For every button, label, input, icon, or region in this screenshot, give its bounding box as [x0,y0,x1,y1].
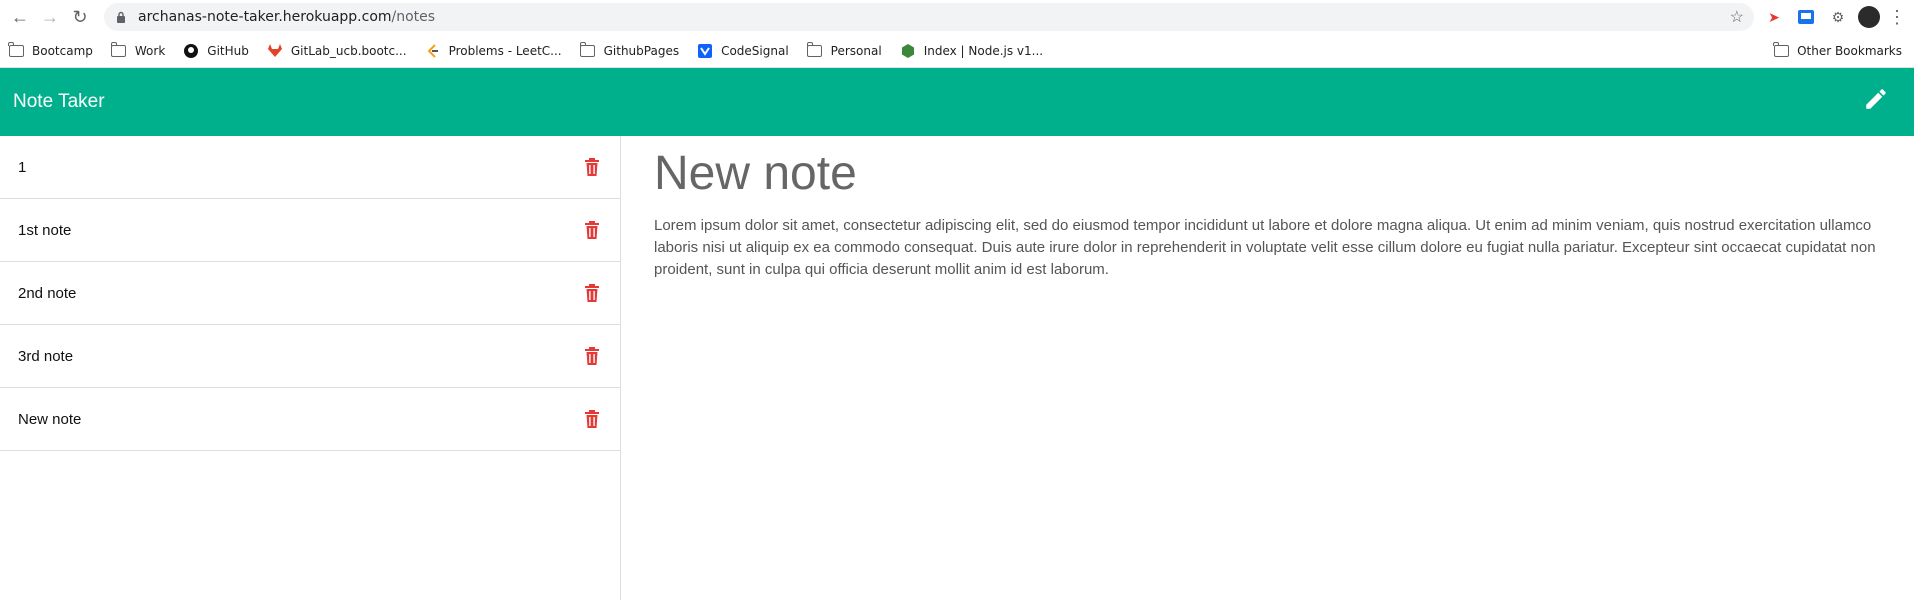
bookmark-bootcamp[interactable]: Bootcamp [7,41,93,58]
note-list: 1 1st note 2nd note 3rd note New note [0,136,621,600]
gitlab-icon [267,43,283,58]
codesignal-icon [697,43,713,58]
bookmark-label: GitLab_ucb.bootc... [290,43,407,58]
note-list-item-title: 1 [18,158,27,176]
note-list-item-title: 1st note [18,221,72,239]
extension-icon-red[interactable]: ➤ [1762,5,1786,29]
note-list-item[interactable]: 2nd note [0,262,620,325]
address-bar[interactable]: archanas-note-taker.herokuapp.com/notes … [104,3,1754,31]
folder-icon [7,41,24,58]
trash-icon[interactable] [584,347,600,365]
nodejs-icon [900,43,916,58]
bookmark-gitlab[interactable]: GitLab_ucb.bootc... [267,43,407,58]
folder-icon [806,41,823,58]
folder-icon [1772,41,1789,58]
back-icon[interactable]: ← [8,5,32,29]
extension-icon-blue[interactable] [1794,5,1818,29]
note-title[interactable]: New note [654,147,1901,201]
note-list-item[interactable]: 1 [0,136,620,199]
note-list-item[interactable]: 3rd note [0,325,620,388]
note-list-item-title: 2nd note [18,284,77,302]
other-bookmarks-label: Other Bookmarks [1797,43,1902,58]
bookmark-leetcode[interactable]: Problems - LeetC... [425,44,562,58]
leetcode-icon [425,43,441,58]
lock-icon [114,10,128,24]
bookmark-label: Bootcamp [32,43,93,58]
note-list-item[interactable]: New note [0,388,620,451]
profile-avatar[interactable] [1858,6,1880,28]
trash-icon[interactable] [584,410,600,428]
bookmark-personal[interactable]: Personal [806,41,882,58]
app-title[interactable]: Note Taker [13,91,105,113]
trash-icon[interactable] [584,284,600,302]
bookmarks-bar: Bootcamp Work GitHub GitLab_ucb.bootc...… [0,34,1914,68]
bookmark-label: GithubPages [603,43,680,58]
trash-icon[interactable] [584,221,600,239]
note-list-item-title: New note [18,410,82,428]
bookmark-work[interactable]: Work [110,41,166,58]
note-list-item-title: 3rd note [18,347,74,365]
note-detail: New note Lorem ipsum dolor sit amet, con… [621,136,1914,600]
bookmark-github[interactable]: GitHub [183,43,249,58]
bookmark-label: Personal [830,43,882,58]
folder-icon [110,41,127,58]
bookmark-label: Work [134,43,166,58]
folder-icon [579,41,596,58]
app-header: Note Taker [0,68,1914,136]
bookmark-label: CodeSignal [721,43,789,58]
note-text[interactable]: Lorem ipsum dolor sit amet, consectetur … [654,215,1901,281]
reload-icon[interactable]: ↻ [68,5,92,29]
other-bookmarks[interactable]: Other Bookmarks [1772,41,1902,58]
new-note-pencil-icon[interactable] [1863,86,1889,119]
bookmark-label: GitHub [207,43,249,58]
bookmark-nodejs[interactable]: Index | Node.js v1... [900,43,1044,58]
bookmark-label: Problems - LeetC... [448,43,562,58]
url-host: archanas-note-taker.herokuapp.com [138,9,392,25]
forward-icon[interactable]: → [38,5,62,29]
trash-icon[interactable] [584,158,600,176]
bookmark-githubpages[interactable]: GithubPages [579,41,680,58]
bookmark-label: Index | Node.js v1... [923,43,1044,58]
menu-kebab-icon[interactable]: ⋮ [1888,7,1906,28]
url-path: /notes [391,9,436,25]
main-content: 1 1st note 2nd note 3rd note New note Ne… [0,136,1914,600]
github-icon [183,43,199,58]
note-list-item[interactable]: 1st note [0,199,620,262]
bookmark-star-icon[interactable]: ☆ [1730,7,1744,27]
puzzle-icon[interactable]: ⚙ [1826,5,1850,29]
bookmark-codesignal[interactable]: CodeSignal [697,43,789,58]
browser-toolbar: ← → ↻ archanas-note-taker.herokuapp.com /… [0,0,1914,34]
